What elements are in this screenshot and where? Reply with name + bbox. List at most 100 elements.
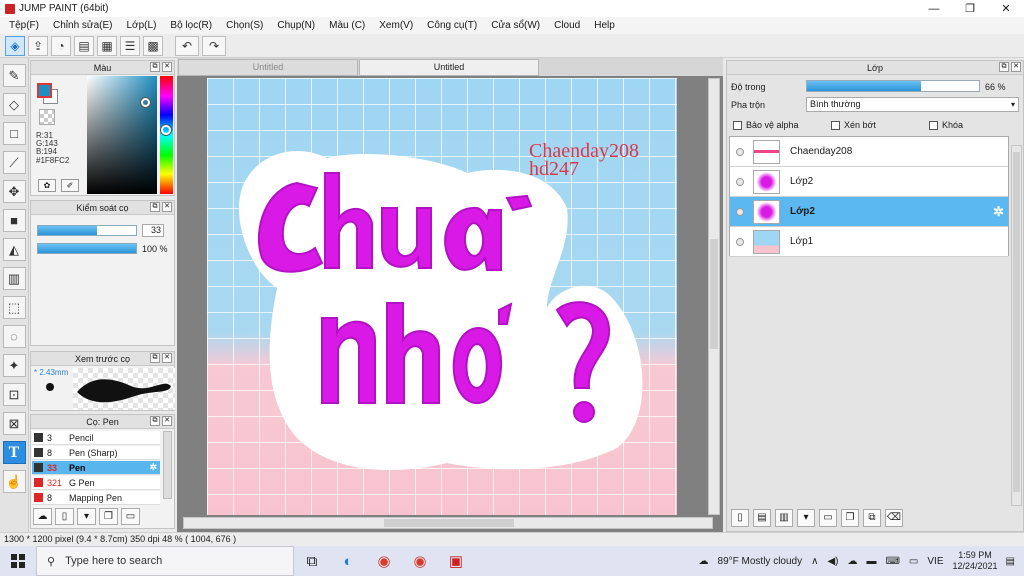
magic-wand-tool-icon[interactable]: ✦ <box>2 354 26 377</box>
menu-help[interactable]: Help <box>587 20 622 31</box>
tab-untitled-2[interactable]: Untitled <box>359 59 539 76</box>
brush-item-pen-sharp[interactable]: 8 Pen (Sharp) <box>32 446 160 460</box>
panel-close-icon[interactable]: ✕ <box>162 353 172 363</box>
language-indicator[interactable]: VIE <box>927 556 943 567</box>
brush-mode-icon[interactable]: ◈ <box>5 35 25 56</box>
lasso-tool-icon[interactable]: ◌ <box>2 325 26 348</box>
export-icon[interactable]: ⇪ <box>28 35 48 56</box>
menu-edit[interactable]: Chỉnh sửa(E) <box>46 20 120 31</box>
grid-icon[interactable]: ▩ <box>143 35 163 56</box>
saturation-value-picker[interactable] <box>87 76 157 194</box>
maximize-button[interactable]: ❐ <box>952 0 988 17</box>
gradient-tool-icon[interactable]: ▥ <box>2 267 26 290</box>
display-icon[interactable]: ▭ <box>909 556 918 567</box>
speech-bubble-icon[interactable]: ◔ <box>51 35 71 56</box>
minimize-button[interactable]: — <box>916 0 952 17</box>
menu-file[interactable]: Tệp(F) <box>2 20 46 31</box>
select-pen-tool-icon[interactable]: ⊡ <box>2 383 26 406</box>
panel-close-icon[interactable]: ✕ <box>162 202 172 212</box>
primary-color-swatch[interactable] <box>37 83 52 98</box>
brush-item-mapping-pen[interactable]: 8 Mapping Pen <box>32 491 160 505</box>
hue-knob[interactable] <box>161 125 171 135</box>
panel-float-icon[interactable]: ⧉ <box>999 62 1009 72</box>
menu-layer[interactable]: Lớp(L) <box>120 20 164 31</box>
brush-folder-icon[interactable]: ▭ <box>121 508 140 525</box>
brush-cloud-icon[interactable]: ☁ <box>33 508 52 525</box>
brush-item-g-pen[interactable]: 321 G Pen <box>32 476 160 490</box>
menu-tools[interactable]: Công cụ(T) <box>420 20 484 31</box>
brush-item-pen[interactable]: 33 Pen ✲ <box>32 461 160 475</box>
comment-icon[interactable]: ▤ <box>74 35 94 56</box>
redo-button[interactable]: ↷ <box>202 35 226 56</box>
text-tool-icon[interactable]: T <box>2 441 26 464</box>
layer-visibility-icon[interactable] <box>736 207 744 216</box>
panel-close-icon[interactable]: ✕ <box>1011 62 1021 72</box>
select-eraser-tool-icon[interactable]: ⊠ <box>2 412 26 435</box>
notifications-icon[interactable]: ▤ <box>1006 556 1015 567</box>
bucket-tool-icon[interactable]: ◭ <box>2 238 26 261</box>
menu-window[interactable]: Cửa sổ(W) <box>484 20 547 31</box>
menu-view[interactable]: Xem(V) <box>372 20 420 31</box>
panel-float-icon[interactable]: ⧉ <box>150 202 160 212</box>
volume-icon[interactable]: ◀) <box>827 556 838 567</box>
clock[interactable]: 1:59 PM 12/24/2021 <box>953 550 998 572</box>
panel-float-icon[interactable]: ⧉ <box>150 62 160 72</box>
pen-tool-icon[interactable]: ✎ <box>2 64 26 87</box>
lock-checkbox[interactable]: Khóa <box>929 120 963 130</box>
blend-mode-select[interactable]: Bình thường ▾ <box>806 97 1019 112</box>
menu-filter[interactable]: Bộ lọc(R) <box>163 20 219 31</box>
brush-size-slider[interactable] <box>37 225 137 236</box>
weather-text[interactable]: 89°F Mostly cloudy <box>718 556 803 567</box>
network-icon[interactable]: ▬ <box>866 556 876 567</box>
keyboard-icon[interactable]: ⌨ <box>885 556 899 567</box>
operation-tool-icon[interactable]: ☝ <box>2 470 26 493</box>
panel-float-icon[interactable]: ⧉ <box>150 416 160 426</box>
undo-button[interactable]: ↶ <box>175 35 199 56</box>
move-tool-icon[interactable]: ✥ <box>2 180 26 203</box>
rectangle-tool-icon[interactable]: □ <box>2 122 26 145</box>
taskbar-search-box[interactable]: ⚲ Type here to search <box>36 546 294 576</box>
panel-close-icon[interactable]: ✕ <box>162 416 172 426</box>
edge-browser-icon[interactable]: ◐ <box>330 546 366 576</box>
panel-float-icon[interactable]: ⧉ <box>150 353 160 363</box>
tab-untitled-1[interactable]: Untitled <box>178 59 358 76</box>
saturation-value-knob[interactable] <box>141 98 150 107</box>
brush-menu-icon[interactable]: ▾ <box>77 508 96 525</box>
trash-icon[interactable]: ⌫ <box>885 509 903 527</box>
layer-opacity-slider[interactable] <box>806 80 980 92</box>
brush-item-pencil[interactable]: 3 Pencil <box>32 431 160 445</box>
brush-copy-icon[interactable]: ❐ <box>99 508 118 525</box>
canvas-vertical-scrollbar[interactable] <box>708 78 720 515</box>
folder-icon[interactable]: ▭ <box>819 509 837 527</box>
hue-slider[interactable] <box>160 76 173 194</box>
layer-visibility-icon[interactable] <box>736 237 744 246</box>
chrome-profile-icon[interactable]: ◉ <box>402 546 438 576</box>
layer-settings-gear-icon[interactable]: ✲ <box>993 204 1004 220</box>
menu-cloud[interactable]: Cloud <box>547 20 587 31</box>
layer-row[interactable]: Lớp1 <box>730 227 1008 257</box>
layer-list-scrollbar[interactable] <box>1011 145 1022 506</box>
tray-chevron-up-icon[interactable]: ∧ <box>811 556 818 567</box>
panel-close-icon[interactable]: ✕ <box>162 62 172 72</box>
select-rect-tool-icon[interactable]: ⬚ <box>2 296 26 319</box>
new-layer-icon[interactable]: ▯ <box>731 509 749 527</box>
layer-visibility-icon[interactable] <box>736 177 744 186</box>
jump-paint-taskbar-icon[interactable]: ▣ <box>438 546 474 576</box>
layer-row[interactable]: Lớp2 ✲ <box>730 197 1008 227</box>
protect-alpha-checkbox[interactable]: Bảo vệ alpha <box>733 120 799 130</box>
menu-color[interactable]: Màu (C) <box>322 20 372 31</box>
color-palette-icon[interactable]: ✿ <box>38 179 56 192</box>
brush-size-value[interactable]: 33 <box>142 224 164 237</box>
task-view-icon[interactable]: ⧉ <box>294 546 330 576</box>
brush-list-scrollbar[interactable] <box>163 431 172 499</box>
layer-row[interactable]: Chaenday208 <box>730 137 1008 167</box>
new-layer-8bit-icon[interactable]: ▤ <box>753 509 771 527</box>
eyedropper-icon[interactable]: ✐ <box>61 179 79 192</box>
layer-visibility-icon[interactable] <box>736 147 744 156</box>
layer-row[interactable]: Lớp2 <box>730 167 1008 197</box>
fill-rect-tool-icon[interactable]: ■ <box>2 209 26 232</box>
transparent-color-swatch[interactable] <box>39 109 55 125</box>
eraser-tool-icon[interactable]: ◇ <box>2 93 26 116</box>
brush-opacity-slider[interactable] <box>37 243 137 254</box>
new-layer-1bit-icon[interactable]: ▥ <box>775 509 793 527</box>
